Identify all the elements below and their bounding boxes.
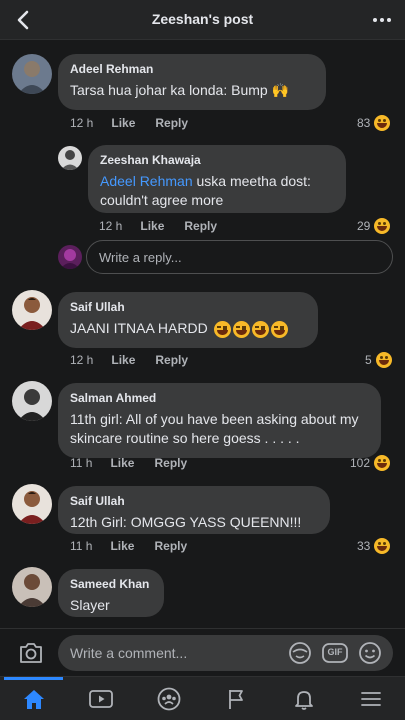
groups-icon — [157, 687, 180, 711]
like-button[interactable]: Like — [111, 116, 135, 130]
reaction-count: 33 — [357, 539, 371, 553]
reaction-summary[interactable]: 83 — [357, 115, 391, 131]
reply-button[interactable]: Reply — [155, 116, 188, 130]
comment-author[interactable]: Salman Ahmed — [70, 391, 369, 405]
tab-groups[interactable] — [135, 677, 202, 720]
comment-author[interactable]: Saif Ullah — [70, 300, 306, 314]
comment-text: JAANI ITNAA HARDD — [70, 320, 208, 336]
tab-watch[interactable] — [67, 677, 134, 720]
reply-button[interactable]: Reply — [154, 456, 187, 470]
emoji-button[interactable] — [358, 641, 382, 665]
bottom-tab-bar — [0, 676, 405, 720]
page-title: Zeeshan's post — [151, 11, 254, 27]
comment-time: 11 h — [70, 456, 93, 470]
avatar-saif-ullah[interactable] — [12, 290, 52, 330]
sticker-face-icon — [289, 642, 311, 664]
comment-actions: 11 h Like Reply — [70, 539, 207, 553]
more-options-button[interactable] — [371, 12, 393, 28]
current-user-avatar — [58, 245, 82, 269]
comment-actions: 12 h Like Reply — [70, 116, 208, 130]
reply-button[interactable]: Reply — [154, 539, 187, 553]
avatar-salman-ahmed[interactable] — [12, 381, 52, 421]
laughing-emoji-icon — [213, 320, 231, 338]
haha-reaction-icon — [374, 538, 391, 554]
notifications-bell-icon — [294, 691, 313, 710]
reply-time: 12 h — [99, 219, 123, 233]
comment-text: 11th girl: All of you have been asking a… — [70, 411, 359, 446]
reaction-count: 83 — [357, 116, 371, 130]
comment-author[interactable]: Sameed Khan — [70, 577, 152, 591]
reaction-count: 102 — [350, 456, 371, 470]
laughing-emoji-icon — [270, 320, 288, 338]
haha-reaction-icon — [374, 218, 391, 234]
reply-button[interactable]: Reply — [155, 353, 188, 367]
avatar-sticker-button[interactable] — [288, 641, 312, 665]
reaction-summary[interactable]: 5 — [365, 352, 392, 368]
comment-actions: 12 h Like Reply — [70, 353, 208, 367]
like-button[interactable]: Like — [110, 456, 134, 470]
header-bar: Zeeshan's post — [0, 0, 405, 40]
home-icon — [23, 690, 44, 709]
mention-link[interactable]: Adeel Rehman — [100, 173, 193, 189]
write-reply-input[interactable]: Write a reply... — [86, 240, 393, 274]
tab-menu[interactable] — [337, 677, 404, 720]
avatar-adeel-rehman[interactable] — [12, 54, 52, 94]
comments-list: Adeel Rehman Tarsa hua johar ka londa: B… — [0, 41, 405, 621]
comment-time: 11 h — [70, 539, 93, 553]
menu-icon — [360, 692, 381, 706]
laughing-emoji-icon — [251, 320, 269, 338]
comment-text: 12th Girl: OMGGG YASS QUEENN!!! — [70, 514, 302, 530]
gif-button[interactable]: GIF — [322, 641, 348, 665]
comment-bubble[interactable]: Saif Ullah 12th Girl: OMGGG YASS QUEENN!… — [58, 486, 330, 534]
avatar-zeeshan-khawaja[interactable] — [58, 146, 82, 170]
pages-flag-icon — [228, 690, 243, 709]
tab-home[interactable] — [0, 677, 67, 720]
smiley-icon — [359, 642, 381, 664]
avatar-sameed-khan[interactable] — [12, 567, 52, 607]
like-button[interactable]: Like — [110, 539, 134, 553]
more-dots-icon — [373, 18, 377, 22]
comment-author[interactable]: Saif Ullah — [70, 494, 318, 508]
reply-author[interactable]: Zeeshan Khawaja — [100, 153, 334, 167]
comment-bubble[interactable]: Saif Ullah JAANI ITNAA HARDD — [58, 292, 318, 348]
comment-time: 12 h — [70, 353, 94, 367]
reaction-count: 29 — [357, 219, 371, 233]
comment-bubble[interactable]: Sameed Khan Slayer — [58, 569, 164, 617]
tab-pages[interactable] — [202, 677, 269, 720]
gif-label: GIF — [327, 647, 343, 657]
tab-notifications[interactable] — [270, 677, 337, 720]
comment-bubble[interactable]: Adeel Rehman Tarsa hua johar ka londa: B… — [58, 54, 326, 110]
reply-button[interactable]: Reply — [184, 219, 217, 233]
reaction-summary[interactable]: 29 — [357, 218, 391, 234]
comment-text: Slayer — [70, 597, 110, 613]
reaction-count: 5 — [365, 353, 372, 367]
reply-actions: 12 h Like Reply — [99, 219, 237, 233]
haha-reaction-icon — [374, 115, 391, 131]
like-button[interactable]: Like — [140, 219, 164, 233]
comment-time: 12 h — [70, 116, 94, 130]
comment-actions: 11 h Like Reply — [70, 456, 207, 470]
avatar-saif-ullah[interactable] — [12, 484, 52, 524]
like-button[interactable]: Like — [111, 353, 135, 367]
watch-icon — [88, 690, 113, 708]
comment-composer: GIF — [0, 628, 405, 676]
haha-reaction-icon — [375, 352, 392, 368]
camera-button[interactable] — [18, 641, 44, 665]
comment-author[interactable]: Adeel Rehman — [70, 62, 314, 76]
reaction-summary[interactable]: 33 — [357, 538, 391, 554]
reply-bubble[interactable]: Zeeshan Khawaja Adeel Rehman uska meetha… — [88, 145, 346, 213]
reaction-summary[interactable]: 102 — [350, 455, 391, 471]
camera-icon — [20, 643, 42, 663]
laughing-emoji-icon — [232, 320, 250, 338]
comment-text: Tarsa hua johar ka londa: Bump 🙌 — [70, 82, 289, 98]
haha-reaction-icon — [374, 455, 391, 471]
comment-bubble[interactable]: Salman Ahmed 11th girl: All of you have … — [58, 383, 381, 458]
